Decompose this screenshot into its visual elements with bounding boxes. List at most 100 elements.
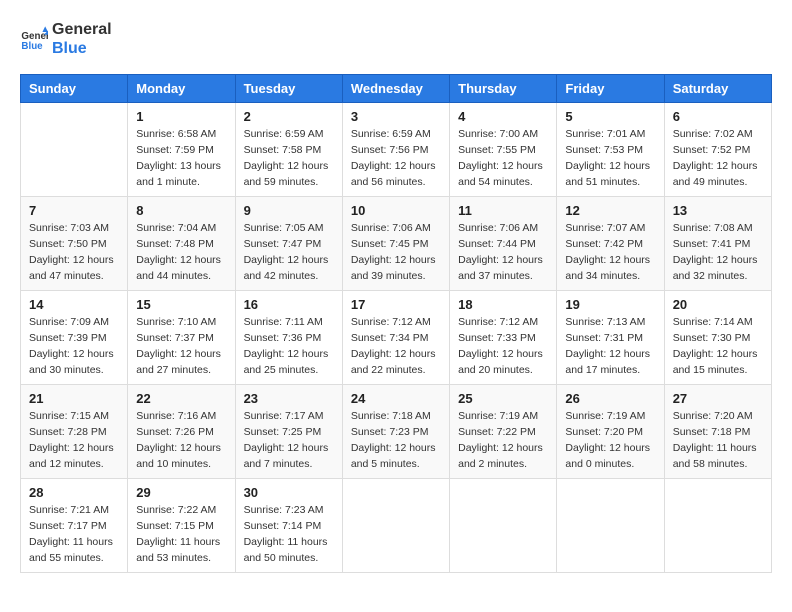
calendar-cell: 13 Sunrise: 7:08 AM Sunset: 7:41 PM Dayli… — [664, 197, 771, 291]
day-info: Sunrise: 7:07 AM Sunset: 7:42 PM Dayligh… — [565, 221, 655, 284]
day-info: Sunrise: 7:05 AM Sunset: 7:47 PM Dayligh… — [244, 221, 334, 284]
day-number: 10 — [351, 203, 441, 218]
calendar-table: SundayMondayTuesdayWednesdayThursdayFrid… — [20, 74, 772, 573]
calendar-cell — [21, 103, 128, 197]
day-number: 20 — [673, 297, 763, 312]
day-number: 4 — [458, 109, 548, 124]
day-number: 3 — [351, 109, 441, 124]
weekday-header: Thursday — [450, 75, 557, 103]
day-number: 30 — [244, 485, 334, 500]
day-number: 24 — [351, 391, 441, 406]
calendar-cell: 26 Sunrise: 7:19 AM Sunset: 7:20 PM Dayli… — [557, 385, 664, 479]
day-info: Sunrise: 7:21 AM Sunset: 7:17 PM Dayligh… — [29, 503, 119, 566]
day-info: Sunrise: 7:20 AM Sunset: 7:18 PM Dayligh… — [673, 409, 763, 472]
calendar-cell: 12Sunrise: 7:07 AM Sunset: 7:42 PM Dayli… — [557, 197, 664, 291]
day-info: Sunrise: 7:16 AM Sunset: 7:26 PM Dayligh… — [136, 409, 226, 472]
day-info: Sunrise: 6:59 AM Sunset: 7:56 PM Dayligh… — [351, 127, 441, 190]
day-info: Sunrise: 6:59 AM Sunset: 7:58 PM Dayligh… — [244, 127, 334, 190]
day-info: Sunrise: 7:00 AM Sunset: 7:55 PM Dayligh… — [458, 127, 548, 190]
calendar-cell: 10 Sunrise: 7:06 AM Sunset: 7:45 PM Dayli… — [342, 197, 449, 291]
day-info: Sunrise: 7:22 AM Sunset: 7:15 PM Dayligh… — [136, 503, 226, 566]
day-number: 13 — [673, 203, 763, 218]
calendar-week-row: 28 Sunrise: 7:21 AM Sunset: 7:17 PM Dayli… — [21, 479, 772, 573]
logo-blue: Blue — [52, 39, 112, 58]
day-info: Sunrise: 7:23 AM Sunset: 7:14 PM Dayligh… — [244, 503, 334, 566]
calendar-cell: 21 Sunrise: 7:15 AM Sunset: 7:28 PM Dayli… — [21, 385, 128, 479]
weekday-header: Friday — [557, 75, 664, 103]
day-number: 18 — [458, 297, 548, 312]
day-number: 14 — [29, 297, 119, 312]
calendar-week-row: 1 Sunrise: 6:58 AM Sunset: 7:59 PM Daylig… — [21, 103, 772, 197]
calendar-cell: 11Sunrise: 7:06 AM Sunset: 7:44 PM Dayli… — [450, 197, 557, 291]
day-number: 6 — [673, 109, 763, 124]
day-number: 8 — [136, 203, 226, 218]
day-info: Sunrise: 7:12 AM Sunset: 7:34 PM Dayligh… — [351, 315, 441, 378]
day-number: 15 — [136, 297, 226, 312]
day-info: Sunrise: 7:17 AM Sunset: 7:25 PM Dayligh… — [244, 409, 334, 472]
logo-general: General — [52, 20, 112, 39]
day-number: 9 — [244, 203, 334, 218]
calendar-cell: 4 Sunrise: 7:00 AM Sunset: 7:55 PM Daylig… — [450, 103, 557, 197]
day-number: 17 — [351, 297, 441, 312]
day-info: Sunrise: 7:09 AM Sunset: 7:39 PM Dayligh… — [29, 315, 119, 378]
day-number: 2 — [244, 109, 334, 124]
day-number: 25 — [458, 391, 548, 406]
calendar-cell: 28 Sunrise: 7:21 AM Sunset: 7:17 PM Dayli… — [21, 479, 128, 573]
calendar-cell: 30 Sunrise: 7:23 AM Sunset: 7:14 PM Dayli… — [235, 479, 342, 573]
weekday-header: Sunday — [21, 75, 128, 103]
calendar-cell — [557, 479, 664, 573]
calendar-cell: 8 Sunrise: 7:04 AM Sunset: 7:48 PM Daylig… — [128, 197, 235, 291]
weekday-header: Wednesday — [342, 75, 449, 103]
day-info: Sunrise: 7:19 AM Sunset: 7:20 PM Dayligh… — [565, 409, 655, 472]
day-number: 29 — [136, 485, 226, 500]
day-info: Sunrise: 7:10 AM Sunset: 7:37 PM Dayligh… — [136, 315, 226, 378]
day-number: 11 — [458, 203, 548, 218]
day-number: 21 — [29, 391, 119, 406]
calendar-cell: 29 Sunrise: 7:22 AM Sunset: 7:15 PM Dayli… — [128, 479, 235, 573]
calendar-cell: 1 Sunrise: 6:58 AM Sunset: 7:59 PM Daylig… — [128, 103, 235, 197]
day-info: Sunrise: 7:12 AM Sunset: 7:33 PM Dayligh… — [458, 315, 548, 378]
day-number: 28 — [29, 485, 119, 500]
calendar-cell: 2 Sunrise: 6:59 AM Sunset: 7:58 PM Daylig… — [235, 103, 342, 197]
weekday-header: Tuesday — [235, 75, 342, 103]
day-info: Sunrise: 7:01 AM Sunset: 7:53 PM Dayligh… — [565, 127, 655, 190]
page-header: General Blue General Blue — [20, 20, 772, 58]
calendar-cell: 16Sunrise: 7:11 AM Sunset: 7:36 PM Dayli… — [235, 291, 342, 385]
calendar-week-row: 7 Sunrise: 7:03 AM Sunset: 7:50 PM Daylig… — [21, 197, 772, 291]
calendar-cell: 7 Sunrise: 7:03 AM Sunset: 7:50 PM Daylig… — [21, 197, 128, 291]
day-number: 1 — [136, 109, 226, 124]
calendar-cell: 3 Sunrise: 6:59 AM Sunset: 7:56 PM Daylig… — [342, 103, 449, 197]
calendar-cell: 5 Sunrise: 7:01 AM Sunset: 7:53 PM Daylig… — [557, 103, 664, 197]
day-info: Sunrise: 7:11 AM Sunset: 7:36 PM Dayligh… — [244, 315, 334, 378]
calendar-week-row: 21 Sunrise: 7:15 AM Sunset: 7:28 PM Dayli… — [21, 385, 772, 479]
day-number: 26 — [565, 391, 655, 406]
day-number: 23 — [244, 391, 334, 406]
day-number: 7 — [29, 203, 119, 218]
logo: General Blue General Blue — [20, 20, 112, 58]
logo-icon: General Blue — [20, 25, 48, 53]
day-number: 19 — [565, 297, 655, 312]
weekday-header: Saturday — [664, 75, 771, 103]
day-info: Sunrise: 7:08 AM Sunset: 7:41 PM Dayligh… — [673, 221, 763, 284]
calendar-cell: 17 Sunrise: 7:12 AM Sunset: 7:34 PM Dayli… — [342, 291, 449, 385]
calendar-cell: 9 Sunrise: 7:05 AM Sunset: 7:47 PM Daylig… — [235, 197, 342, 291]
day-info: Sunrise: 7:18 AM Sunset: 7:23 PM Dayligh… — [351, 409, 441, 472]
day-info: Sunrise: 7:06 AM Sunset: 7:45 PM Dayligh… — [351, 221, 441, 284]
calendar-cell: 24 Sunrise: 7:18 AM Sunset: 7:23 PM Dayli… — [342, 385, 449, 479]
calendar-cell: 20 Sunrise: 7:14 AM Sunset: 7:30 PM Dayli… — [664, 291, 771, 385]
calendar-header-row: SundayMondayTuesdayWednesdayThursdayFrid… — [21, 75, 772, 103]
calendar-cell: 25Sunrise: 7:19 AM Sunset: 7:22 PM Dayli… — [450, 385, 557, 479]
day-info: Sunrise: 7:03 AM Sunset: 7:50 PM Dayligh… — [29, 221, 119, 284]
calendar-cell: 23 Sunrise: 7:17 AM Sunset: 7:25 PM Dayli… — [235, 385, 342, 479]
day-info: Sunrise: 7:14 AM Sunset: 7:30 PM Dayligh… — [673, 315, 763, 378]
day-info: Sunrise: 7:15 AM Sunset: 7:28 PM Dayligh… — [29, 409, 119, 472]
calendar-cell: 14 Sunrise: 7:09 AM Sunset: 7:39 PM Dayli… — [21, 291, 128, 385]
day-number: 5 — [565, 109, 655, 124]
day-info: Sunrise: 7:02 AM Sunset: 7:52 PM Dayligh… — [673, 127, 763, 190]
calendar-cell: 15 Sunrise: 7:10 AM Sunset: 7:37 PM Dayli… — [128, 291, 235, 385]
day-info: Sunrise: 7:13 AM Sunset: 7:31 PM Dayligh… — [565, 315, 655, 378]
calendar-week-row: 14 Sunrise: 7:09 AM Sunset: 7:39 PM Dayli… — [21, 291, 772, 385]
day-info: Sunrise: 7:04 AM Sunset: 7:48 PM Dayligh… — [136, 221, 226, 284]
calendar-cell: 18 Sunrise: 7:12 AM Sunset: 7:33 PM Dayli… — [450, 291, 557, 385]
day-info: Sunrise: 6:58 AM Sunset: 7:59 PM Dayligh… — [136, 127, 226, 190]
